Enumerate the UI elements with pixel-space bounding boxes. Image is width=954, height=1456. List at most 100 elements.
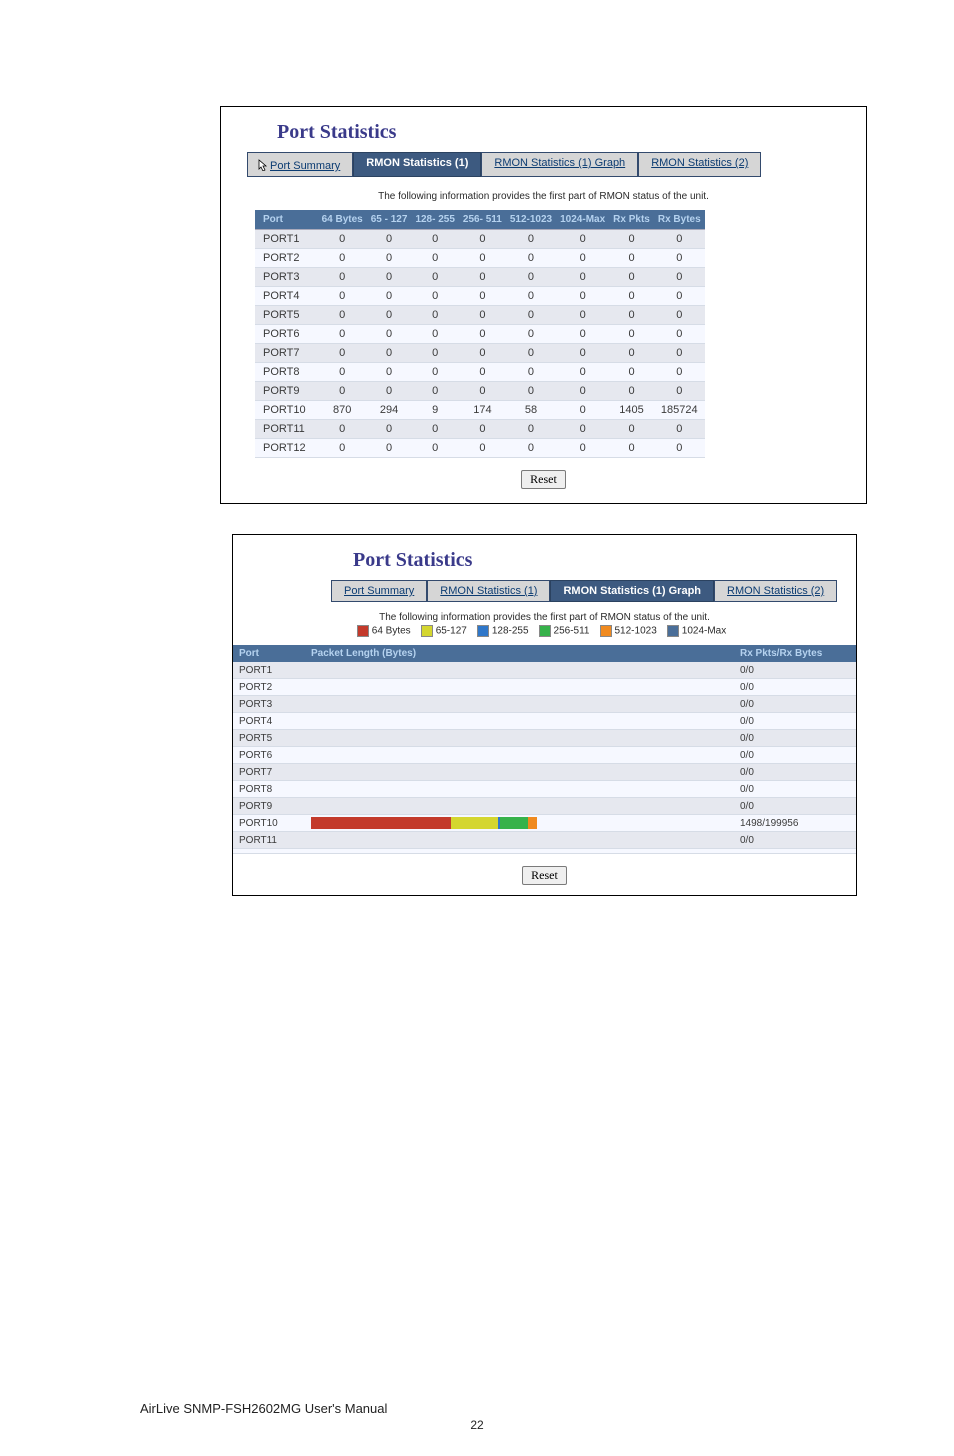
panel1-note: The following information provides the f… [239,191,848,202]
value-cell: 0 [654,439,705,458]
bar-chart-row [311,783,728,795]
value-cell: 0 [654,382,705,401]
port-cell: PORT6 [255,325,318,344]
value-cell: 870 [318,401,367,420]
value-cell: 0 [609,420,654,439]
table-header: 64 Bytes [318,210,367,230]
legend-item: 512-1023 [600,625,657,637]
port-cell: PORT1 [255,230,318,249]
tab-rmon-stats-1-graph[interactable]: RMON Statistics (1) Graph [481,152,638,177]
value-cell: 0 [318,363,367,382]
value-cell: 0 [367,439,412,458]
bar-chart-row [311,749,728,761]
tab-rmon-stats-1-graph-2[interactable]: RMON Statistics (1) Graph [550,580,714,602]
port-cell: PORT9 [233,798,305,815]
value-cell: 0 [506,344,556,363]
legend-swatch [539,625,551,637]
tab-port-summary[interactable]: Port Summary [247,152,353,177]
value-cell: 0 [459,306,506,325]
port-cell: PORT8 [255,363,318,382]
value-cell: 0 [318,439,367,458]
value-cell: 0 [506,439,556,458]
value-cell: 0 [367,420,412,439]
tab-rmon-stats-1-2[interactable]: RMON Statistics (1) [427,580,550,602]
page-number: 22 [0,1418,954,1432]
table-row: PORT70/0 [233,764,856,781]
bar-chart-row [311,732,728,744]
legend-label: 256-511 [554,626,590,637]
value-cell: 0 [506,363,556,382]
table-header: Port [233,645,305,662]
port-cell: PORT10 [233,815,305,832]
port-statistics-panel-2: Port Statistics Port Summary RMON Statis… [232,534,857,896]
table-row: PORT20/0 [233,679,856,696]
tab-rmon-stats-2[interactable]: RMON Statistics (2) [638,152,761,177]
value-cell: 0 [609,268,654,287]
panel2-title: Port Statistics [353,549,856,572]
value-cell: 0 [556,306,609,325]
value-cell: 0 [411,382,458,401]
tab-port-summary-2[interactable]: Port Summary [331,580,427,602]
value-cell: 0 [411,363,458,382]
bar-cell [305,815,734,832]
value-cell: 0 [318,268,367,287]
legend-label: 128-255 [492,626,529,637]
table-header: Rx Pkts [609,210,654,230]
rx-cell: 0/0 [734,730,856,747]
table-row: PORT60/0 [233,747,856,764]
value-cell: 0 [411,439,458,458]
value-cell: 0 [506,249,556,268]
value-cell: 0 [318,306,367,325]
bar-segment [451,817,498,829]
value-cell: 0 [318,230,367,249]
value-cell: 0 [459,230,506,249]
bar-cell [305,832,734,849]
reset-button[interactable]: Reset [521,470,566,489]
port-cell: PORT3 [255,268,318,287]
table-row: PORT30/0 [233,696,856,713]
port-cell: PORT8 [233,781,305,798]
port-cell: PORT6 [233,747,305,764]
rx-cell: 0/0 [734,662,856,679]
port-cell: PORT5 [233,730,305,747]
legend-swatch [421,625,433,637]
bar-chart-row [311,698,728,710]
bar-chart-row [311,715,728,727]
bar-segment [528,817,537,829]
value-cell: 0 [556,363,609,382]
value-cell: 0 [459,287,506,306]
port-cell: PORT7 [233,764,305,781]
value-cell: 0 [459,439,506,458]
table-header: Rx Pkts/Rx Bytes [734,645,856,662]
value-cell: 9 [411,401,458,420]
table-row: PORT101498/199956 [233,815,856,832]
panel1-title: Port Statistics [277,121,848,144]
tab-port-summary-2-label: Port Summary [344,585,414,597]
table-row: PORT700000000 [255,344,705,363]
value-cell: 0 [654,287,705,306]
port-cell: PORT11 [255,420,318,439]
value-cell: 0 [411,230,458,249]
bar-chart-row [311,834,728,846]
legend-item: 1024-Max [667,625,726,637]
value-cell: 294 [367,401,412,420]
tab-rmon-stats-1[interactable]: RMON Statistics (1) [353,152,481,177]
value-cell: 0 [609,363,654,382]
value-cell: 0 [609,344,654,363]
value-cell: 0 [654,249,705,268]
table-header: Packet Length (Bytes) [305,645,734,662]
table-header: 256- 511 [459,210,506,230]
table-header: 65 - 127 [367,210,412,230]
tab-rmon-stats-2-2[interactable]: RMON Statistics (2) [714,580,837,602]
value-cell: 0 [459,325,506,344]
port-cell: PORT12 [255,439,318,458]
footer-text: AirLive SNMP-FSH2602MG User's Manual [140,1401,387,1416]
table-row: PORT400000000 [255,287,705,306]
table-row: PORT80/0 [233,781,856,798]
legend-item: 256-511 [539,625,590,637]
value-cell: 0 [506,287,556,306]
value-cell: 0 [367,249,412,268]
bar-cell [305,679,734,696]
reset-button-2[interactable]: Reset [522,866,567,885]
value-cell: 0 [367,230,412,249]
